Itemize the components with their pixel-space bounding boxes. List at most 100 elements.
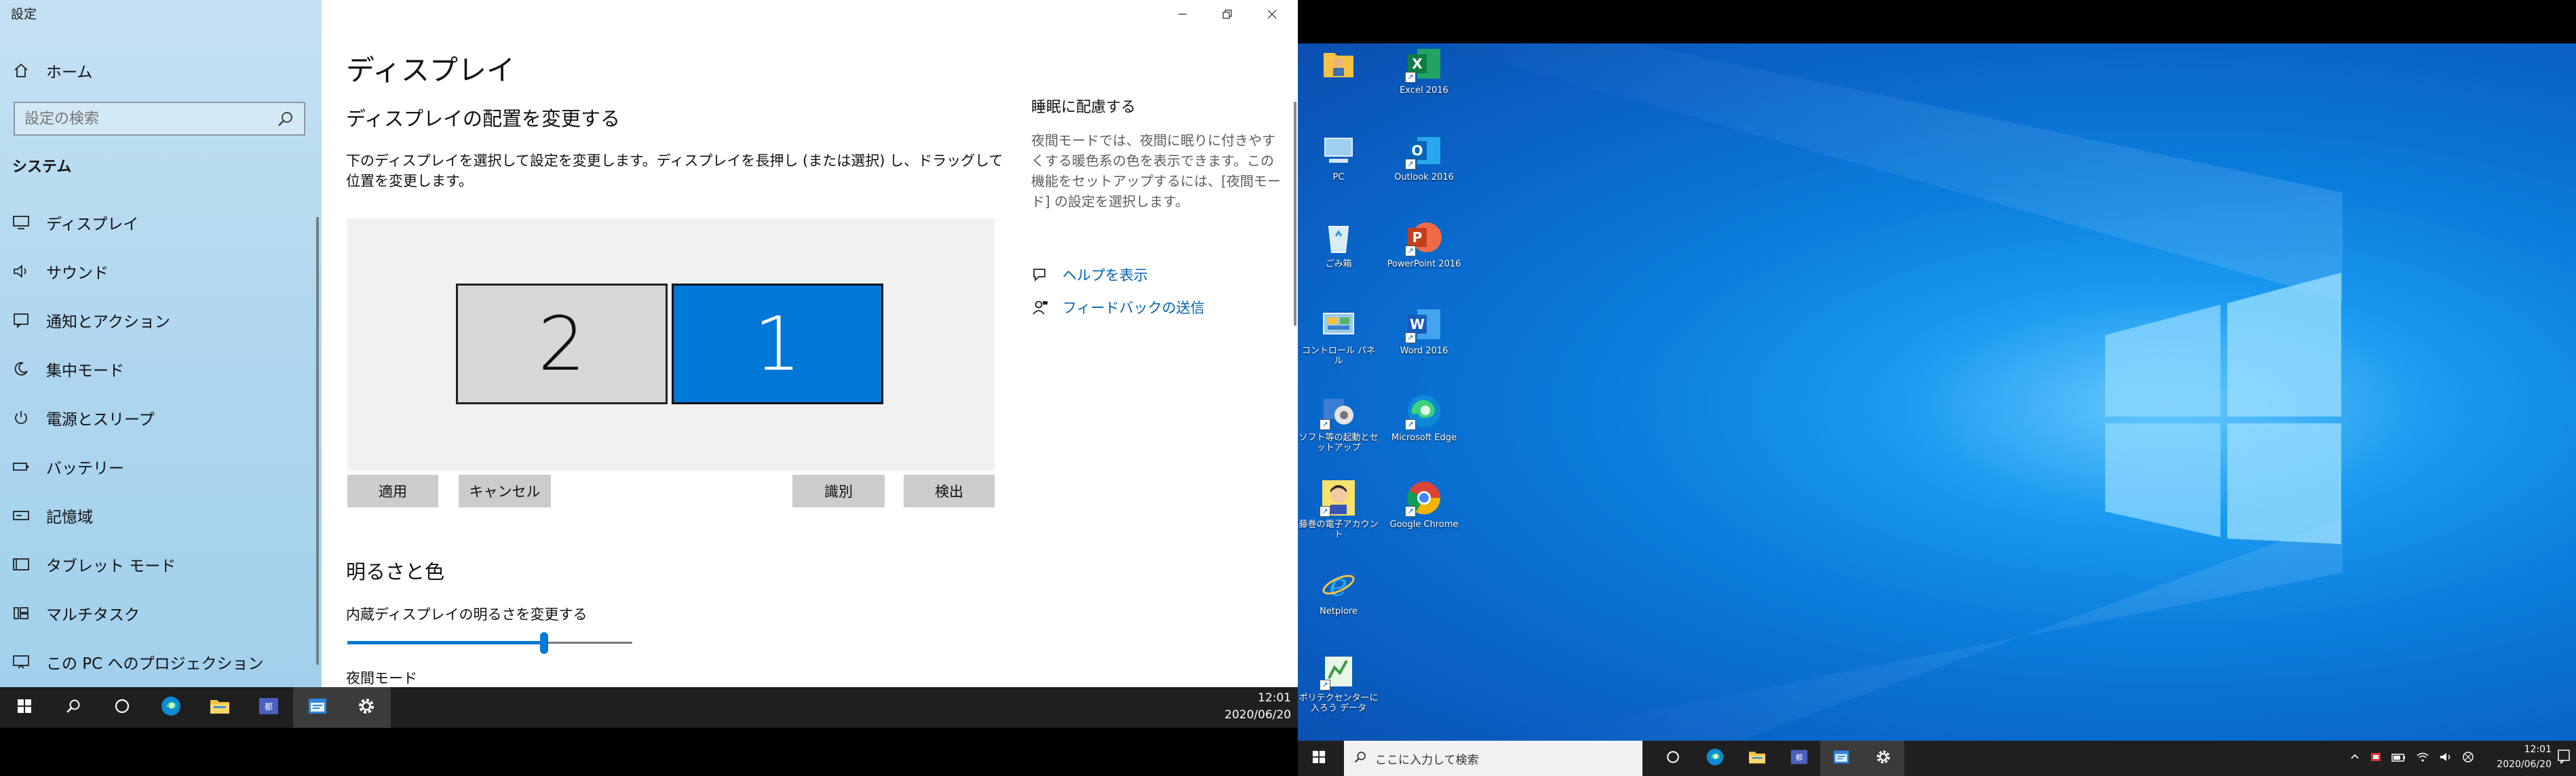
battery-icon bbox=[11, 457, 31, 477]
avatar-icon: ↗ bbox=[1320, 479, 1358, 517]
window-icon bbox=[1832, 749, 1850, 768]
desktop-icon-user-folder[interactable] bbox=[1298, 45, 1379, 126]
edge-taskbar-button-right[interactable] bbox=[1694, 741, 1736, 776]
cortana-button[interactable] bbox=[98, 687, 147, 728]
svg-text:都: 都 bbox=[1796, 754, 1803, 762]
taskbar-clock[interactable]: 12:01 2020/06/20 bbox=[1225, 690, 1291, 724]
notification-icon bbox=[11, 310, 31, 330]
app-taskbar-button[interactable]: 都 bbox=[244, 687, 293, 728]
tablet-icon bbox=[11, 554, 31, 575]
desktop-icon-avatar[interactable]: ↗ 藤巻の電子アカウント bbox=[1298, 479, 1379, 560]
apply-button[interactable]: 適用 bbox=[347, 475, 438, 507]
storage-icon bbox=[11, 505, 31, 526]
detect-button[interactable]: 検出 bbox=[904, 475, 995, 507]
search-icon[interactable] bbox=[277, 111, 294, 128]
display-1-box[interactable]: 1 bbox=[672, 284, 883, 404]
file-explorer-button-right[interactable] bbox=[1736, 741, 1778, 776]
settings-search[interactable] bbox=[14, 102, 305, 136]
desktop-icon-control-panel[interactable]: コントロール パネル bbox=[1298, 305, 1379, 387]
help-link-label[interactable]: ヘルプを表示 bbox=[1062, 265, 1148, 285]
edge-taskbar-button[interactable] bbox=[147, 687, 195, 728]
sidebar-item-power[interactable]: 電源とスリープ bbox=[0, 396, 322, 440]
restore-button[interactable] bbox=[1205, 0, 1250, 28]
desktop-icon-netplore[interactable]: e Netplore bbox=[1298, 566, 1379, 647]
shortcut-arrow-icon: ↗ bbox=[1405, 506, 1416, 517]
display-2-box[interactable]: 2 bbox=[456, 284, 668, 404]
help-link[interactable]: ヘルプを表示 bbox=[1031, 265, 1148, 285]
search-icon bbox=[1353, 750, 1367, 767]
sidebar-item-sound[interactable]: サウンド bbox=[0, 250, 322, 293]
taskbar-clock-right[interactable]: 12:01 2020/06/20 bbox=[2497, 742, 2552, 772]
file-explorer-button[interactable] bbox=[195, 687, 244, 728]
settings-main: ディスプレイ ディスプレイの配置を変更する 下のディスプレイを選択して設定を変更… bbox=[322, 0, 1298, 687]
window-taskbar-button[interactable] bbox=[293, 687, 342, 728]
desktop: PC ごみ箱 コントロール パネル ↗ ソフト等の起動とセットアップ ↗ 藤巻の… bbox=[1298, 43, 2576, 741]
brightness-slider-thumb[interactable] bbox=[540, 632, 548, 654]
sidebar-item-tablet-mode[interactable]: タブレット モード bbox=[0, 543, 322, 586]
sidebar-scrollbar[interactable] bbox=[316, 217, 319, 665]
wallpaper-logo bbox=[1434, 43, 2343, 741]
feedback-link-label[interactable]: フィードバックの送信 bbox=[1062, 297, 1205, 317]
chrome-icon: ↗ bbox=[1405, 479, 1443, 517]
notification-center-icon[interactable] bbox=[2557, 749, 2571, 767]
related-text: 夜間モードでは、夜間に眠りに付きやすくする暖色系の色を表示できます。この機能をセ… bbox=[1031, 132, 1281, 210]
show-hidden-icons-chevron-icon[interactable] bbox=[2349, 752, 2360, 765]
cortana-button-right[interactable] bbox=[1652, 741, 1694, 776]
cortana-icon bbox=[114, 698, 130, 717]
settings-window: 設定 ホーム システム ディスプレイ bbox=[0, 0, 1298, 687]
taskbar-search-box[interactable]: ここに入力して検索 bbox=[1344, 741, 1642, 776]
file-explorer-icon bbox=[209, 697, 231, 718]
desktop-icon-label: PC bbox=[1332, 172, 1345, 182]
settings-gear-icon bbox=[1875, 748, 1892, 769]
close-button[interactable] bbox=[1250, 0, 1294, 28]
window-taskbar-button-right[interactable] bbox=[1820, 741, 1862, 776]
sidebar-item-display[interactable]: ディスプレイ bbox=[0, 201, 322, 244]
brightness-heading: 明るさと色 bbox=[346, 560, 445, 583]
desktop-icon-data[interactable]: ↗ ポリテクセンターに入ろう データ bbox=[1298, 653, 1379, 734]
edge-icon bbox=[160, 695, 182, 720]
sidebar-item-notifications[interactable]: 通知とアクション bbox=[0, 298, 322, 342]
main-scrollbar[interactable] bbox=[1294, 102, 1296, 326]
volume-icon[interactable] bbox=[2439, 752, 2453, 765]
app-taskbar-button-right[interactable]: 都 bbox=[1778, 741, 1820, 776]
security-tray-icon[interactable] bbox=[2370, 751, 2382, 766]
desktop-icon-label: Outlook 2016 bbox=[1394, 172, 1454, 182]
settings-taskbar-button[interactable] bbox=[342, 687, 391, 728]
sidebar-item-projection[interactable]: この PC へのプロジェクション bbox=[0, 640, 322, 684]
desktop-icon-word[interactable]: W ↗ Word 2016 bbox=[1383, 305, 1465, 387]
sidebar-item-label: 通知とアクション bbox=[46, 313, 170, 331]
input-method-icon[interactable] bbox=[2462, 751, 2474, 766]
search-input[interactable] bbox=[15, 109, 259, 128]
wifi-icon[interactable] bbox=[2416, 752, 2429, 765]
brightness-slider-fill bbox=[347, 641, 544, 644]
desktop-icon-edge[interactable]: ↗ Microsoft Edge bbox=[1383, 392, 1465, 473]
desktop-icon-excel[interactable]: X ↗ Excel 2016 bbox=[1383, 45, 1465, 126]
sidebar-item-label: サウンド bbox=[46, 265, 109, 282]
sidebar-item-multitasking[interactable]: マルチタスク bbox=[0, 591, 322, 635]
recycle-bin-icon bbox=[1320, 218, 1358, 256]
shortcut-arrow-icon: ↗ bbox=[1405, 72, 1416, 83]
system-tray bbox=[2349, 741, 2474, 776]
minimize-button[interactable] bbox=[1160, 0, 1205, 28]
desktop-icon-powerpoint[interactable]: P ↗ PowerPoint 2016 bbox=[1383, 218, 1465, 300]
sidebar-item-focus[interactable]: 集中モード bbox=[0, 347, 322, 391]
taskbar-search-button[interactable] bbox=[49, 687, 98, 728]
desktop-icon-setup[interactable]: ↗ ソフト等の起動とセットアップ bbox=[1298, 392, 1379, 473]
sidebar-item-home[interactable]: ホーム bbox=[0, 49, 322, 92]
desktop-icon-outlook[interactable]: O ↗ Outlook 2016 bbox=[1383, 132, 1465, 213]
start-button-right[interactable] bbox=[1298, 741, 1340, 776]
feedback-link[interactable]: フィードバックの送信 bbox=[1031, 297, 1205, 317]
desktop-icon-pc[interactable]: PC bbox=[1298, 132, 1379, 213]
start-button[interactable] bbox=[0, 687, 49, 728]
night-mode-label: 夜間モード bbox=[346, 670, 417, 686]
sidebar-item-storage[interactable]: 記憶域 bbox=[0, 494, 322, 537]
right-monitor: PC ごみ箱 コントロール パネル ↗ ソフト等の起動とセットアップ ↗ 藤巻の… bbox=[1298, 0, 2576, 776]
battery-tray-icon[interactable] bbox=[2391, 752, 2406, 765]
desktop-icon-label: ごみ箱 bbox=[1325, 259, 1352, 269]
cancel-button[interactable]: キャンセル bbox=[459, 475, 551, 507]
identify-button[interactable]: 識別 bbox=[792, 475, 885, 507]
settings-taskbar-button-right[interactable] bbox=[1862, 741, 1904, 776]
sidebar-item-battery[interactable]: バッテリー bbox=[0, 445, 322, 488]
desktop-icon-recycle-bin[interactable]: ごみ箱 bbox=[1298, 218, 1379, 300]
desktop-icon-chrome[interactable]: ↗ Google Chrome bbox=[1383, 479, 1465, 560]
